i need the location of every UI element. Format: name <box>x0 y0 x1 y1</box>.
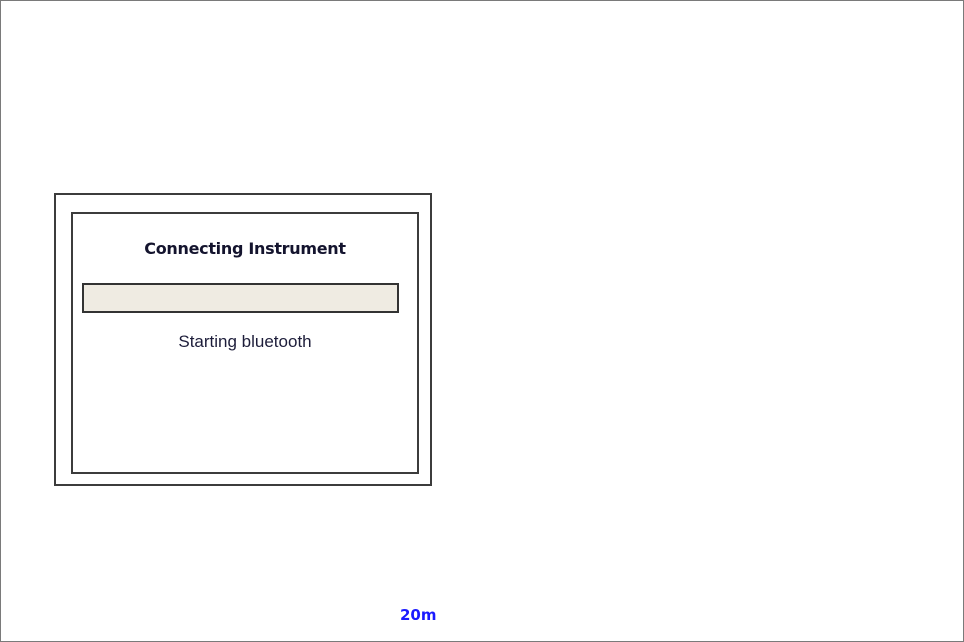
connection-status-text: Starting bluetooth <box>178 332 312 351</box>
map-view[interactable]: Connecting Instrument Starting bluetooth… <box>0 0 964 642</box>
connection-progress-bar <box>82 283 399 313</box>
dialog-title: Connecting Instrument <box>144 239 346 258</box>
map-scale-label: 20m <box>400 606 437 624</box>
connecting-dialog-panel: Connecting Instrument Starting bluetooth <box>71 212 419 474</box>
connecting-dialog: Connecting Instrument Starting bluetooth <box>54 193 432 486</box>
